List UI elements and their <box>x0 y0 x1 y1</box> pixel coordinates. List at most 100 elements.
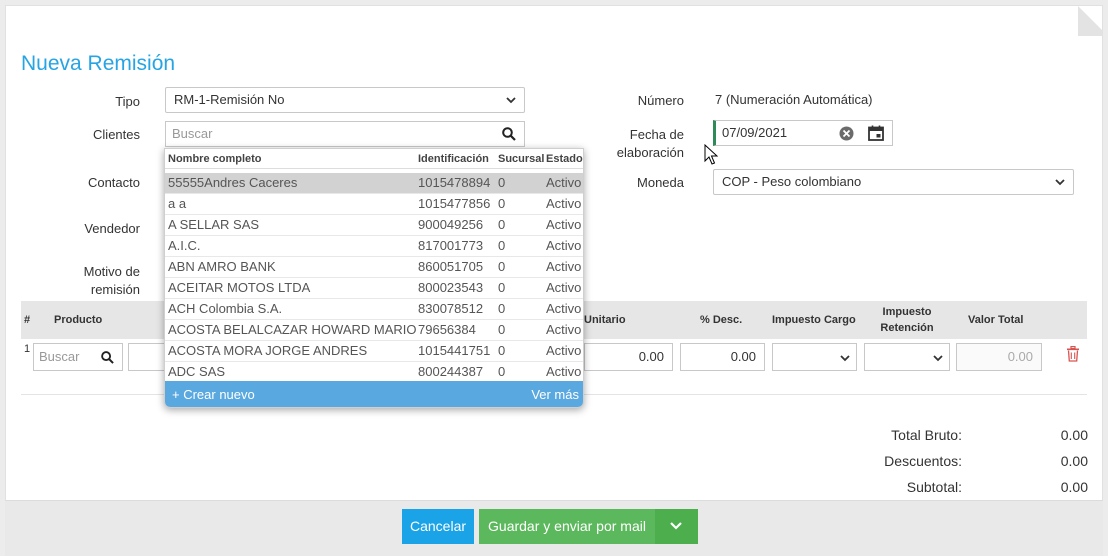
client-option-row[interactable]: a a 1015477856 0 Activo <box>165 194 583 215</box>
client-name: ACOSTA MORA JORGE ANDRES <box>168 343 368 358</box>
client-status: Activo <box>546 364 582 379</box>
numero-value: 7 (Numeración Automática) <box>715 92 873 107</box>
page-title: Nueva Remisión <box>21 52 176 75</box>
unit-price-input[interactable]: 0.00 <box>584 343 673 371</box>
client-name: ADC SAS <box>168 364 226 379</box>
chevron-down-icon <box>506 97 516 104</box>
client-name: ACOSTA BELALCAZAR HOWARD MARIO <box>168 322 417 337</box>
client-status: Activo <box>546 175 582 190</box>
trash-icon[interactable] <box>1066 346 1080 362</box>
clients-dropdown-header: Nombre completo Identificación Sucursal … <box>165 149 583 169</box>
clients-dropdown-footer: + Crear nuevo Ver más <box>165 381 583 407</box>
page-corner-fold-icon <box>1078 6 1102 36</box>
client-branch: 0 <box>498 175 506 190</box>
client-identification: 830078512 <box>418 301 484 316</box>
tipo-label: Tipo <box>115 94 140 109</box>
product-search-input[interactable]: Buscar <box>33 343 123 371</box>
col-header-unit: Unitario <box>584 314 626 326</box>
client-name: A.I.C. <box>168 238 201 253</box>
client-branch: 0 <box>498 259 506 274</box>
discount-input[interactable]: 0.00 <box>680 343 765 371</box>
col-header-tax-retention: Impuesto Retención <box>868 306 946 335</box>
client-name: a a <box>168 196 187 211</box>
client-status: Activo <box>546 259 582 274</box>
tipo-select-value: RM-1-Remisión No <box>174 92 285 107</box>
client-identification: 1015441751 <box>418 343 491 358</box>
contacto-label: Contacto <box>87 175 140 190</box>
client-option-row[interactable]: A SELLAR SAS 900049256 0 Activo <box>165 215 583 236</box>
client-name: A SELLAR SAS <box>168 217 260 232</box>
col-nombre-completo: Nombre completo <box>168 153 262 165</box>
fecha-label: Fecha de elaboración <box>600 126 684 162</box>
row-number: 1 <box>24 343 31 355</box>
client-option-row[interactable]: ADC SAS 800244387 0 Activo <box>165 362 583 383</box>
chevron-down-icon <box>933 355 943 362</box>
fecha-value: 07/09/2021 <box>722 125 788 140</box>
fecha-label-line1: Fecha de <box>629 127 684 142</box>
save-options-dropdown-button[interactable] <box>655 509 698 544</box>
client-branch: 0 <box>498 217 506 232</box>
moneda-select[interactable]: COP - Peso colombiano <box>713 169 1074 195</box>
client-status: Activo <box>546 280 582 295</box>
cancel-button[interactable]: Cancelar <box>402 509 474 544</box>
fecha-input[interactable]: 07/09/2021 <box>713 120 893 146</box>
client-option-row[interactable]: ACOSTA BELALCAZAR HOWARD MARIO 79656384 0 A… <box>165 320 583 341</box>
chevron-down-icon <box>670 522 682 530</box>
calendar-icon[interactable] <box>868 125 884 141</box>
client-name: ACEITAR MOTOS LTDA <box>168 280 311 295</box>
subtotal-value: 0.00 <box>1060 479 1088 495</box>
motivo-label-line1: Motivo de <box>83 264 140 279</box>
descuentos-label: Descuentos: <box>884 453 962 469</box>
see-more-link[interactable]: Ver más <box>531 381 579 407</box>
client-identification: 800023543 <box>418 280 484 295</box>
client-option-row[interactable]: ACEITAR MOTOS LTDA 800023543 0 Activo <box>165 278 583 299</box>
client-identification: 860051705 <box>418 259 484 274</box>
motivo-label-line2: remisión <box>90 282 140 297</box>
client-identification: 79656384 <box>418 322 476 337</box>
clientes-search-input[interactable]: Buscar <box>165 121 525 147</box>
client-branch: 0 <box>498 238 506 253</box>
client-option-row[interactable]: ACOSTA MORA JORGE ANDRES 1015441751 0 Activ… <box>165 341 583 362</box>
client-status: Activo <box>546 301 582 316</box>
descuentos-value: 0.00 <box>1060 453 1088 469</box>
search-icon[interactable] <box>101 351 114 364</box>
col-identificacion: Identificación <box>418 153 489 165</box>
moneda-select-value: COP - Peso colombiano <box>722 174 862 189</box>
client-option-row[interactable]: ABN AMRO BANK 860051705 0 Activo <box>165 257 583 278</box>
col-header-tax-retention-line2: Retención <box>880 322 934 334</box>
tax-retention-select[interactable] <box>864 343 950 371</box>
chevron-down-icon <box>1055 179 1065 186</box>
search-icon[interactable] <box>502 127 516 141</box>
client-option-row[interactable]: A.I.C. 817001773 0 Activo <box>165 236 583 257</box>
total-bruto-value: 0.00 <box>1060 427 1088 443</box>
client-status: Activo <box>546 238 582 253</box>
chevron-down-icon <box>840 355 850 362</box>
client-identification: 1015478894 <box>418 175 491 190</box>
tax-charge-select[interactable] <box>772 343 857 371</box>
create-new-client-link[interactable]: + Crear nuevo <box>172 381 255 407</box>
client-name: ABN AMRO BANK <box>168 259 276 274</box>
client-identification: 800244387 <box>418 364 484 379</box>
client-name: 55555Andres Caceres <box>168 175 298 190</box>
product-reference-input[interactable] <box>128 343 168 371</box>
col-header-total: Valor Total <box>968 314 1024 326</box>
col-sucursal: Sucursal <box>498 153 545 165</box>
footer-bar: Cancelar Guardar y enviar por mail <box>5 500 1103 556</box>
save-send-mail-button[interactable]: Guardar y enviar por mail <box>479 509 655 544</box>
client-option-row[interactable]: 55555Andres Caceres 1015478894 0 Activo <box>165 173 583 194</box>
client-branch: 0 <box>498 343 506 358</box>
clear-icon[interactable] <box>839 126 854 141</box>
row-total-field: 0.00 <box>956 343 1042 371</box>
client-branch: 0 <box>498 280 506 295</box>
client-option-row[interactable]: ACH Colombia S.A. 830078512 0 Activo <box>165 299 583 320</box>
tipo-select[interactable]: RM-1-Remisión No <box>165 87 525 113</box>
col-header-tax-retention-line1: Impuesto <box>882 306 932 318</box>
client-status: Activo <box>546 217 582 232</box>
client-status: Activo <box>546 343 582 358</box>
client-branch: 0 <box>498 196 506 211</box>
col-header-product: Producto <box>54 314 103 326</box>
client-status: Activo <box>546 196 582 211</box>
col-estado: Estado <box>546 153 583 165</box>
client-identification: 1015477856 <box>418 196 491 211</box>
col-header-num: # <box>24 314 31 326</box>
